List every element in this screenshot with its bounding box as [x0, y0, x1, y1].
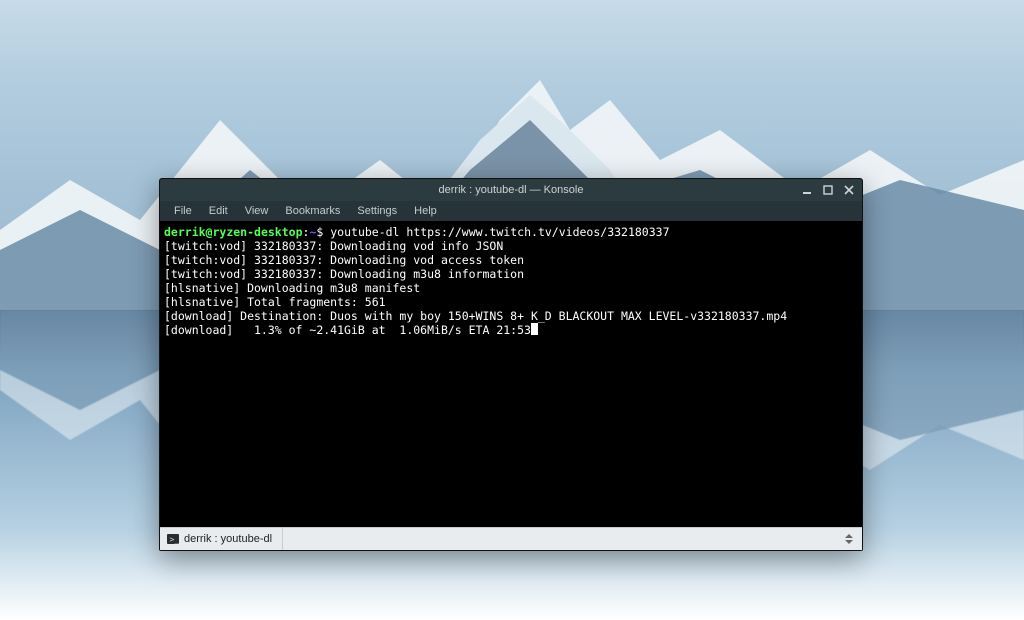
terminal-cursor — [531, 323, 538, 335]
svg-text:>_: >_ — [170, 535, 180, 544]
window-controls — [798, 179, 858, 201]
tab-bar: >_ derrik : youtube-dl — [160, 527, 862, 550]
terminal-line: [twitch:vod] 332180337: Downloading vod … — [164, 239, 503, 253]
menu-bookmarks[interactable]: Bookmarks — [277, 203, 348, 219]
window-title: derrik : youtube-dl — Konsole — [439, 184, 584, 196]
terminal-line: [hlsnative] Total fragments: 561 — [164, 295, 386, 309]
minimize-button[interactable] — [798, 181, 816, 199]
menu-edit[interactable]: Edit — [201, 203, 236, 219]
terminal-area[interactable]: derrik@ryzen-desktop:~$ youtube-dl https… — [160, 221, 862, 527]
menu-file[interactable]: File — [166, 203, 200, 219]
close-button[interactable] — [840, 181, 858, 199]
menu-help[interactable]: Help — [406, 203, 445, 219]
window-titlebar[interactable]: derrik : youtube-dl — Konsole — [160, 179, 862, 201]
terminal-line: [twitch:vod] 332180337: Downloading m3u8… — [164, 267, 524, 281]
terminal-icon: >_ — [167, 533, 179, 545]
desktop-wallpaper: derrik : youtube-dl — Konsole File Edit … — [0, 0, 1024, 620]
terminal-line: [download] 1.3% of ~2.41GiB at 1.06MiB/s… — [164, 323, 531, 337]
konsole-window: derrik : youtube-dl — Konsole File Edit … — [159, 178, 863, 551]
prompt-host: ryzen-desktop — [212, 225, 302, 239]
tab-label: derrik : youtube-dl — [184, 533, 272, 545]
terminal-line: [twitch:vod] 332180337: Downloading vod … — [164, 253, 524, 267]
menu-bar: File Edit View Bookmarks Settings Help — [160, 201, 862, 221]
prompt-symbol: $ — [316, 225, 323, 239]
terminal-line: [download] Destination: Duos with my boy… — [164, 309, 787, 323]
command-text: youtube-dl https://www.twitch.tv/videos/… — [330, 225, 669, 239]
prompt-user: derrik — [164, 225, 206, 239]
terminal-tab[interactable]: >_ derrik : youtube-dl — [160, 528, 283, 550]
maximize-button[interactable] — [819, 181, 837, 199]
menu-view[interactable]: View — [237, 203, 277, 219]
menu-settings[interactable]: Settings — [349, 203, 405, 219]
tab-switcher-button[interactable] — [840, 530, 858, 548]
terminal-line: [hlsnative] Downloading m3u8 manifest — [164, 281, 420, 295]
